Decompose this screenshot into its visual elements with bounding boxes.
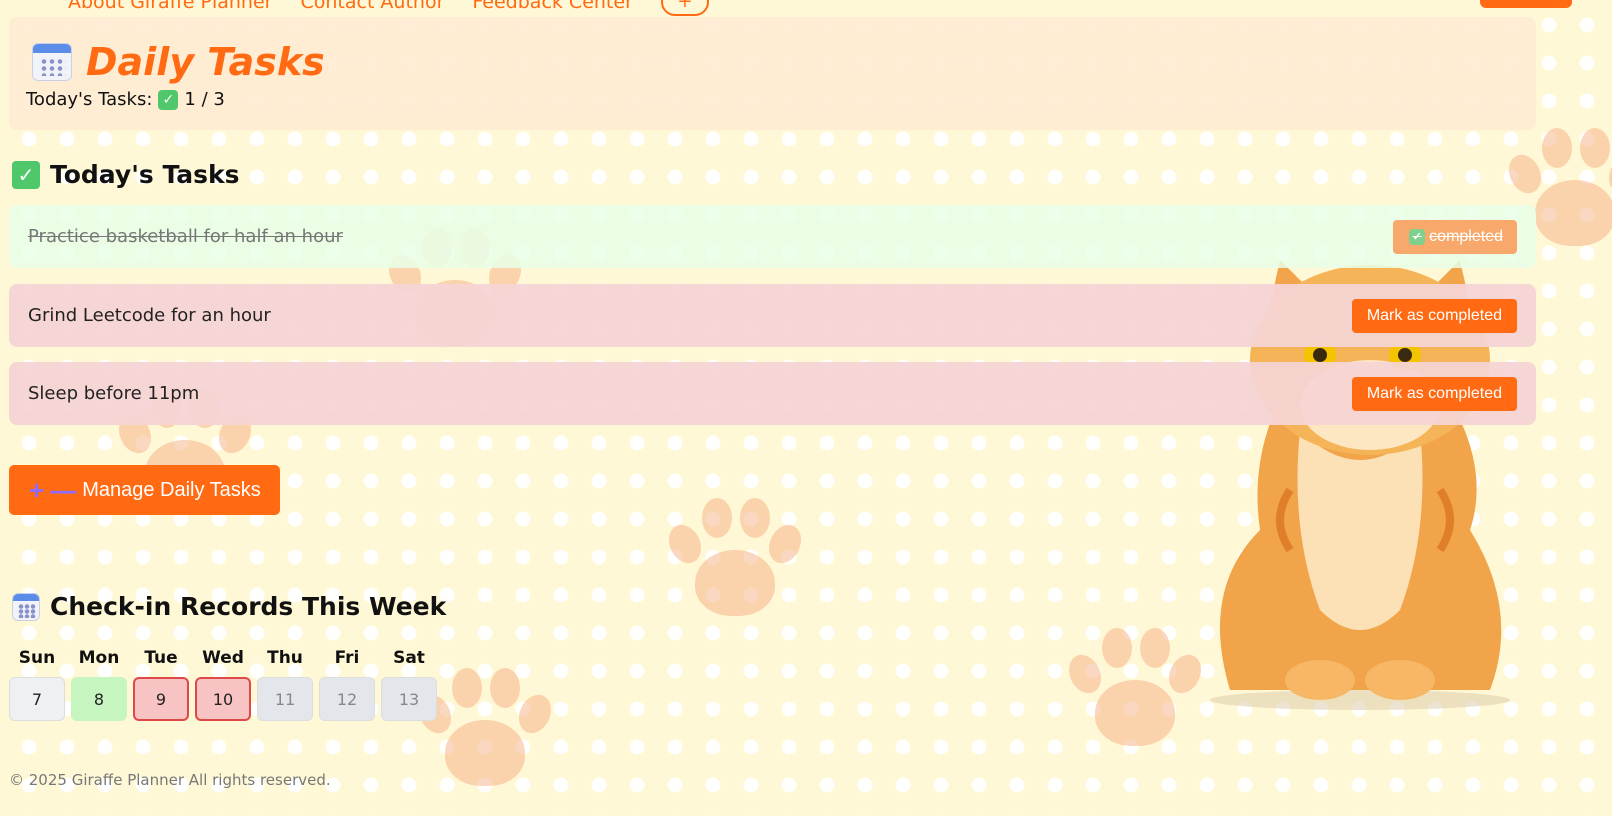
day-label: Sun xyxy=(18,648,56,668)
task-text: Grind Leetcode for an hour xyxy=(28,305,271,326)
paw-print-decoration xyxy=(660,490,810,640)
footer-copyright: © 2025 Giraffe Planner All rights reserv… xyxy=(9,771,331,789)
task-row: Sleep before 11pm Mark as completed xyxy=(9,362,1536,425)
page-title: Daily Tasks xyxy=(32,40,325,84)
page-title-text: Daily Tasks xyxy=(86,40,325,84)
top-right-button[interactable] xyxy=(1480,0,1572,8)
day-cell-missed[interactable]: 10 xyxy=(195,677,251,721)
mark-completed-button[interactable]: Mark as completed xyxy=(1351,298,1517,333)
checkin-section-heading: Check-in Records This Week xyxy=(12,592,446,621)
task-text: Sleep before 11pm xyxy=(28,383,200,404)
mark-completed-button[interactable]: Mark as completed xyxy=(1351,376,1517,411)
day-cell-future: 12 xyxy=(319,677,375,721)
task-text: Practice basketball for half an hour xyxy=(28,226,343,247)
top-nav: About Giraffe Planner Contact Author Fee… xyxy=(68,0,709,16)
task-progress-label: Today's Tasks: xyxy=(26,89,153,110)
day-label: Fri xyxy=(334,648,360,668)
day-cell-future: 11 xyxy=(257,677,313,721)
task-progress-value: 1 / 3 xyxy=(184,89,225,110)
manage-daily-tasks-button[interactable]: + — Manage Daily Tasks xyxy=(9,465,280,515)
check-mark-icon: ✓ xyxy=(1409,228,1426,245)
task-row-completed: Practice basketball for half an hour ✓ c… xyxy=(9,205,1536,268)
calendar-icon xyxy=(32,43,72,81)
day-column-wed: Wed 10 xyxy=(195,648,251,721)
day-label: Thu xyxy=(267,648,303,668)
day-label: Tue xyxy=(144,648,178,668)
completed-button-label: completed xyxy=(1429,227,1503,245)
nav-link-contact[interactable]: Contact Author xyxy=(300,0,444,13)
tasks-section-title: Today's Tasks xyxy=(50,160,240,189)
check-mark-icon: ✓ xyxy=(12,160,40,189)
day-column-fri: Fri 12 xyxy=(319,648,375,721)
day-label: Mon xyxy=(78,648,120,668)
nav-add-button[interactable]: + xyxy=(660,0,709,16)
completed-button[interactable]: ✓ completed xyxy=(1393,219,1517,254)
tasks-section-heading: ✓ Today's Tasks xyxy=(12,160,240,189)
day-cell-future: 13 xyxy=(381,677,437,721)
nav-link-feedback[interactable]: Feedback Center xyxy=(472,0,632,13)
plus-icon: + xyxy=(29,475,45,505)
minus-icon: — xyxy=(50,475,77,505)
nav-link-about[interactable]: About Giraffe Planner xyxy=(68,0,272,13)
day-label: Sat xyxy=(393,648,425,668)
checkin-section-title: Check-in Records This Week xyxy=(50,592,447,621)
task-progress: Today's Tasks: ✓ 1 / 3 xyxy=(26,89,225,110)
manage-button-label: Manage Daily Tasks xyxy=(82,478,261,501)
paw-print-decoration xyxy=(1060,620,1210,770)
day-column-sat: Sat 13 xyxy=(381,648,437,721)
day-column-tue: Tue 9 xyxy=(133,648,189,721)
day-cell-missed[interactable]: 9 xyxy=(133,677,189,721)
week-checkin-calendar: Sun 7 Mon 8 Tue 9 Wed 10 Thu 11 Fri 12 S… xyxy=(9,648,437,721)
day-label: Wed xyxy=(202,648,244,668)
day-column-mon: Mon 8 xyxy=(71,648,127,721)
check-mark-icon: ✓ xyxy=(158,89,179,110)
day-column-thu: Thu 11 xyxy=(257,648,313,721)
day-cell[interactable]: 7 xyxy=(9,677,65,721)
calendar-icon xyxy=(12,592,40,621)
task-row: Grind Leetcode for an hour Mark as compl… xyxy=(9,284,1536,347)
day-column-sun: Sun 7 xyxy=(9,648,65,721)
day-cell-checked[interactable]: 8 xyxy=(71,677,127,721)
